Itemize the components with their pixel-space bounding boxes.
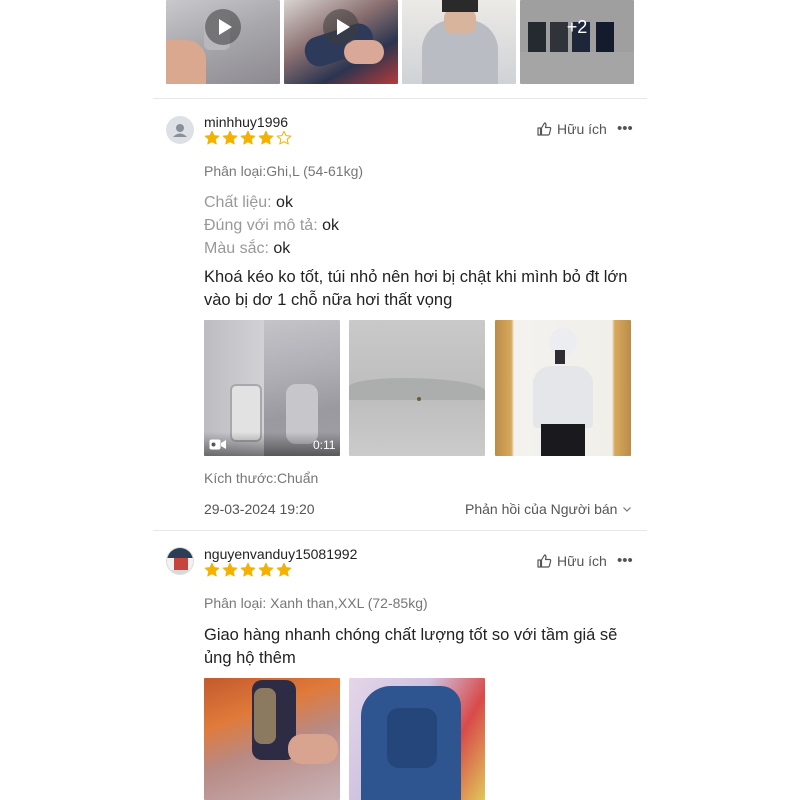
review-divider	[153, 530, 647, 531]
video-duration: 0:11	[313, 438, 336, 452]
variation-label: Phân loại:	[204, 163, 267, 179]
review-image-thumbnail[interactable]: +2	[520, 0, 634, 84]
review-video-thumbnail[interactable]: 0:11	[204, 320, 340, 456]
variation-value: Ghi,L (54-61kg)	[266, 163, 364, 179]
review-image-thumbnail[interactable]	[402, 0, 516, 84]
variation-value: Xanh than,XXL (72-85kg)	[270, 595, 428, 611]
review-video-thumbnail[interactable]	[284, 0, 398, 84]
rating-stars	[204, 130, 292, 146]
more-options-icon[interactable]: •••	[617, 120, 633, 137]
size-label: Kích thước:	[204, 470, 278, 486]
thumbs-up-icon	[537, 122, 552, 136]
play-icon[interactable]	[205, 9, 241, 45]
review-divider	[153, 98, 647, 99]
star-filled-icon	[222, 562, 238, 577]
star-filled-icon	[204, 130, 220, 145]
size-info: Kích thước:Chuẩn	[204, 470, 318, 486]
attribute-label: Màu sắc:	[204, 240, 269, 257]
review-text-line: Giao hàng nhanh chóng chất lượng tốt so …	[204, 626, 618, 644]
play-icon[interactable]	[323, 9, 359, 45]
review-text-line: ủng hộ thêm	[204, 649, 296, 667]
attribute-value: ok	[276, 194, 293, 211]
review-image-thumbnail[interactable]	[495, 320, 631, 456]
variation-info: Phân loại:Ghi,L (54-61kg)	[204, 163, 363, 179]
reviewer-username[interactable]: nguyenvanduy15081992	[204, 546, 357, 562]
star-filled-icon	[222, 130, 238, 145]
review-image-thumbnail[interactable]	[349, 678, 485, 800]
review-content: Khoá kéo ko tốt, túi nhỏ nên hơi bị chật…	[204, 266, 644, 312]
seller-reply-label: Phản hồi của Người bán	[465, 501, 618, 517]
star-filled-icon	[204, 562, 220, 577]
review-text-line: vào bị dơ 1 chỗ nữa hơi thất vọng	[204, 291, 453, 309]
avatar[interactable]	[166, 116, 194, 144]
more-options-icon[interactable]: •••	[617, 552, 633, 569]
reviews-page: +2 minhhuy1996 Hữu ích ••• Phân loại:Ghi…	[153, 0, 647, 800]
attribute-color: Màu sắc: ok	[204, 240, 290, 258]
attribute-label: Đúng với mô tả:	[204, 217, 318, 234]
helpful-label: Hữu ích	[557, 553, 607, 569]
attribute-label: Chất liệu:	[204, 194, 272, 211]
seller-reply-toggle[interactable]: Phản hồi của Người bán	[465, 501, 632, 517]
user-icon	[173, 124, 187, 137]
review-video-thumbnail[interactable]	[204, 678, 340, 800]
size-value: Chuẩn	[277, 470, 319, 486]
star-filled-icon	[258, 130, 274, 145]
review-content: Giao hàng nhanh chóng chất lượng tốt so …	[204, 624, 644, 670]
star-filled-icon	[258, 562, 274, 577]
reviewer-username[interactable]: minhhuy1996	[204, 114, 288, 130]
attribute-value: ok	[322, 217, 340, 234]
avatar[interactable]	[166, 547, 194, 575]
review-text-line: Khoá kéo ko tốt, túi nhỏ nên hơi bị chật…	[204, 268, 628, 286]
attribute-material: Chất liệu: ok	[204, 194, 293, 212]
attribute-as-described: Đúng với mô tả: ok	[204, 217, 339, 235]
variation-label: Phân loại:	[204, 595, 267, 611]
chevron-down-icon	[623, 507, 632, 512]
star-filled-icon	[276, 562, 292, 577]
star-filled-icon	[240, 130, 256, 145]
helpful-label: Hữu ích	[557, 121, 607, 137]
review-image-thumbnail[interactable]	[349, 320, 485, 456]
attribute-value: ok	[273, 240, 291, 257]
review-date: 29-03-2024 19:20	[204, 501, 315, 517]
star-filled-icon	[240, 562, 256, 577]
review-video-thumbnail[interactable]	[166, 0, 280, 84]
star-empty-icon	[276, 130, 292, 145]
thumbs-up-icon	[537, 554, 552, 568]
variation-info: Phân loại: Xanh than,XXL (72-85kg)	[204, 595, 428, 611]
video-camera-icon	[209, 439, 226, 450]
helpful-button[interactable]: Hữu ích	[536, 121, 607, 137]
more-media-count[interactable]: +2	[520, 17, 634, 38]
rating-stars	[204, 562, 292, 578]
helpful-button[interactable]: Hữu ích	[536, 553, 607, 569]
